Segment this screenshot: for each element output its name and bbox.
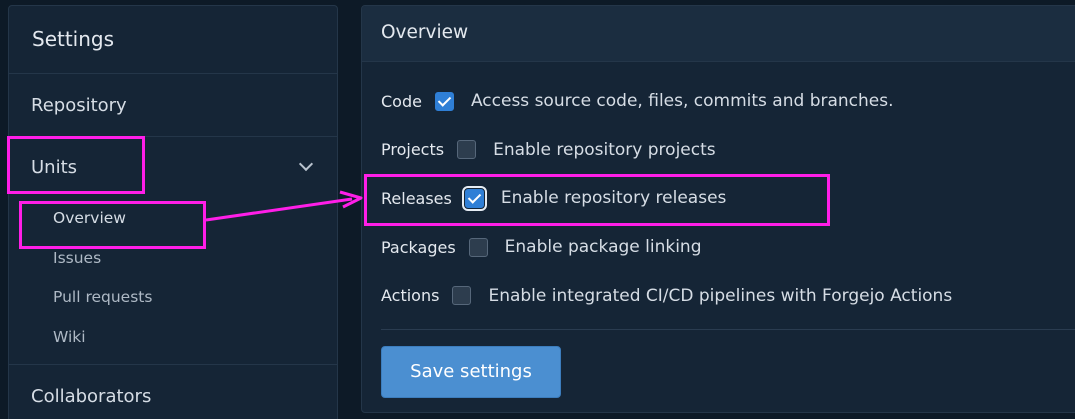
unit-description-code: Access source code, files, commits and b… — [470, 91, 894, 112]
sidebar-subitem-pull-requests[interactable]: Pull requests — [9, 278, 337, 318]
form-divider — [381, 328, 1075, 330]
unit-description-packages: Enable package linking — [504, 237, 702, 258]
packages-checkbox[interactable] — [468, 237, 488, 257]
unit-description-actions: Enable integrated CI/CD pipelines with F… — [488, 285, 953, 306]
chevron-down-icon — [298, 156, 314, 172]
unit-settings-form: Code Access source code, files, commits … — [362, 62, 1075, 398]
unit-row-code: Code Access source code, files, commits … — [381, 77, 1075, 126]
sidebar-item-collaborators[interactable]: Collaborators — [9, 365, 337, 419]
unit-label-projects: Projects — [381, 140, 445, 160]
sidebar-title: Settings — [9, 6, 337, 74]
unit-row-projects: Projects Enable repository projects — [381, 126, 1075, 175]
save-settings-button[interactable]: Save settings — [381, 345, 561, 398]
unit-description-projects: Enable repository projects — [493, 139, 716, 160]
unit-label-actions: Actions — [381, 286, 440, 306]
code-checkbox[interactable] — [434, 91, 454, 111]
unit-row-actions: Actions Enable integrated CI/CD pipeline… — [381, 271, 1075, 320]
page: Settings Repository Units Overview Issue… — [0, 0, 1075, 419]
unit-label-code: Code — [381, 91, 422, 111]
sidebar-item-repository[interactable]: Repository — [9, 74, 337, 137]
highlight-units — [7, 136, 145, 194]
arrow-head — [339, 190, 363, 209]
unit-row-packages: Packages Enable package linking — [381, 223, 1075, 272]
highlight-overview — [19, 201, 206, 249]
panel-title: Overview — [362, 6, 1075, 62]
unit-label-packages: Packages — [381, 237, 456, 257]
actions-checkbox[interactable] — [452, 286, 472, 306]
highlight-releases — [364, 174, 830, 226]
sidebar-subitem-wiki[interactable]: Wiki — [9, 318, 337, 358]
projects-checkbox[interactable] — [457, 140, 477, 160]
